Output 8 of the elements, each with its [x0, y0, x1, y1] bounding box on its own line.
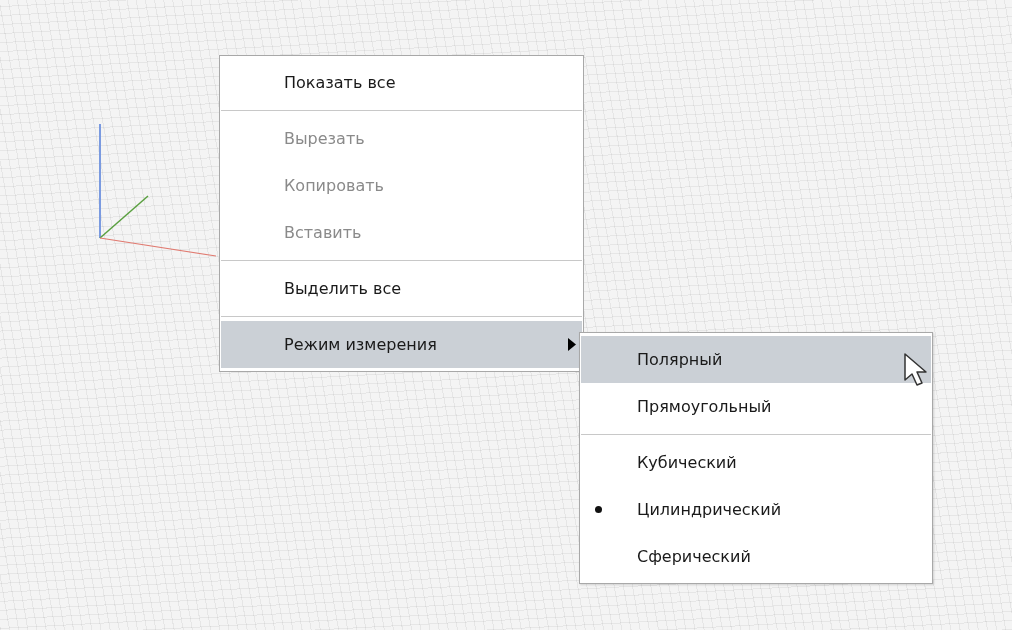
menu-item[interactable]: Сферический — [581, 533, 931, 580]
menu-item[interactable]: Прямоугольный — [581, 383, 931, 430]
menu-item[interactable]: Кубический — [581, 439, 931, 486]
menu-item[interactable]: Режим измерения — [221, 321, 582, 368]
menu-item[interactable]: Выделить все — [221, 265, 582, 312]
menu-item[interactable]: Цилиндрический — [581, 486, 931, 533]
menu-item[interactable]: Полярный — [581, 336, 931, 383]
menu-item[interactable]: Показать все — [221, 59, 582, 106]
